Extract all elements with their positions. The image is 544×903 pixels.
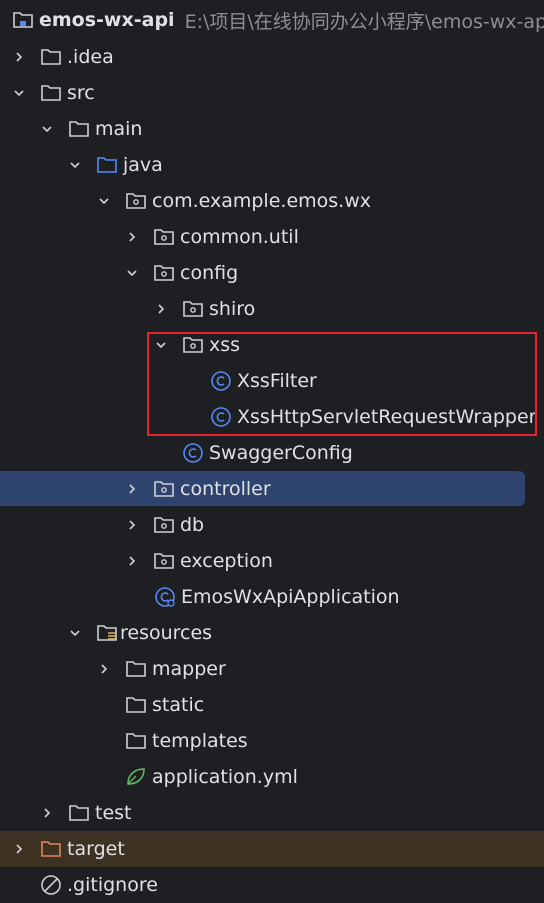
tree-item-templates[interactable]: templates [0,723,544,759]
tree-item-application-class[interactable]: EmosWxApiApplication [0,579,544,615]
tree-item-application-yml[interactable]: application.yml [0,759,544,795]
tree-item-gitignore[interactable]: .gitignore [0,867,544,903]
tree-item-label: common.util [180,226,299,248]
chevron-right-icon[interactable] [154,302,168,316]
tree-item-controller[interactable]: controller [0,471,544,507]
chevron-right-icon[interactable] [40,806,54,820]
tree-item-label: .idea [67,46,114,68]
tree-item-label: EmosWxApiApplication [181,586,400,608]
chevron-down-icon[interactable] [125,266,139,280]
tree-item-label: com.example.emos.wx [152,190,371,212]
tree-item-label: .gitignore [67,874,158,896]
tree-item-java[interactable]: java [0,147,544,183]
chevron-down-icon[interactable] [97,194,111,208]
tree-item-test[interactable]: test [0,795,544,831]
tree-item-label: test [95,802,132,824]
folder-icon [68,802,90,824]
tree-item-idea[interactable]: .idea [0,39,544,75]
annotation-highlight-box [147,332,537,436]
tree-item-label: static [152,694,205,716]
tree-item-src[interactable]: src [0,75,544,111]
source-folder-icon [96,154,118,176]
chevron-right-icon[interactable] [125,518,139,532]
chevron-down-icon[interactable] [68,626,82,640]
folder-icon [68,118,90,140]
tree-item-label: main [95,118,143,140]
folder-icon [125,730,147,752]
tree-item-package-root[interactable]: com.example.emos.wx [0,183,544,219]
chevron-down-icon[interactable] [68,158,82,172]
chevron-right-icon[interactable] [12,842,26,856]
tree-item-target[interactable]: target [0,831,544,867]
resources-folder-icon [96,622,118,644]
package-icon [153,226,175,248]
chevron-right-icon[interactable] [125,482,139,496]
folder-icon [125,658,147,680]
spring-yaml-icon [125,766,147,788]
tree-item-label: application.yml [152,766,298,788]
tree-item-exception[interactable]: exception [0,543,544,579]
chevron-right-icon[interactable] [125,554,139,568]
root-path: E:\项目\在线协同办公小程序\emos-wx-api [184,10,544,33]
tree-item-label: db [180,514,205,536]
spring-class-icon [154,586,176,608]
package-icon [153,514,175,536]
package-icon [153,262,175,284]
tree-item-common-util[interactable]: common.util [0,219,544,255]
tree-item-label: SwaggerConfig [209,442,353,464]
tree-item-resources[interactable]: resources [0,615,544,651]
tree-root[interactable]: emos-wx-api E:\项目\在线协同办公小程序\emos-wx-api [0,2,544,38]
tree-item-label: mapper [152,658,226,680]
folder-icon [40,82,62,104]
folder-icon [40,46,62,68]
tree-item-label: shiro [209,298,256,320]
package-icon [125,190,147,212]
tree-item-db[interactable]: db [0,507,544,543]
excluded-folder-icon [40,838,62,860]
tree-item-main[interactable]: main [0,111,544,147]
tree-item-label: controller [180,478,271,500]
chevron-right-icon[interactable] [12,50,26,64]
package-icon [153,478,175,500]
chevron-down-icon[interactable] [40,122,54,136]
package-icon [153,550,175,572]
tree-item-label: src [67,82,95,104]
project-tree: emos-wx-api E:\项目\在线协同办公小程序\emos-wx-api … [0,0,544,899]
class-icon [182,442,204,464]
ignore-file-icon [40,874,62,896]
root-name: emos-wx-api [39,9,175,31]
tree-item-static[interactable]: static [0,687,544,723]
tree-item-label: target [67,838,125,860]
tree-item-label: config [180,262,239,284]
tree-item-config[interactable]: config [0,255,544,291]
tree-item-swaggerconfig[interactable]: SwaggerConfig [0,435,544,471]
package-icon [182,298,204,320]
tree-item-shiro[interactable]: shiro [0,291,544,327]
folder-icon [125,694,147,716]
tree-item-label: java [123,154,163,176]
tree-item-label: templates [152,730,248,752]
chevron-right-icon[interactable] [97,662,111,676]
chevron-right-icon[interactable] [125,230,139,244]
module-folder-icon [12,9,34,31]
tree-item-label: resources [120,622,213,644]
tree-item-mapper[interactable]: mapper [0,651,544,687]
chevron-down-icon[interactable] [12,86,26,100]
tree-item-label: exception [180,550,273,572]
